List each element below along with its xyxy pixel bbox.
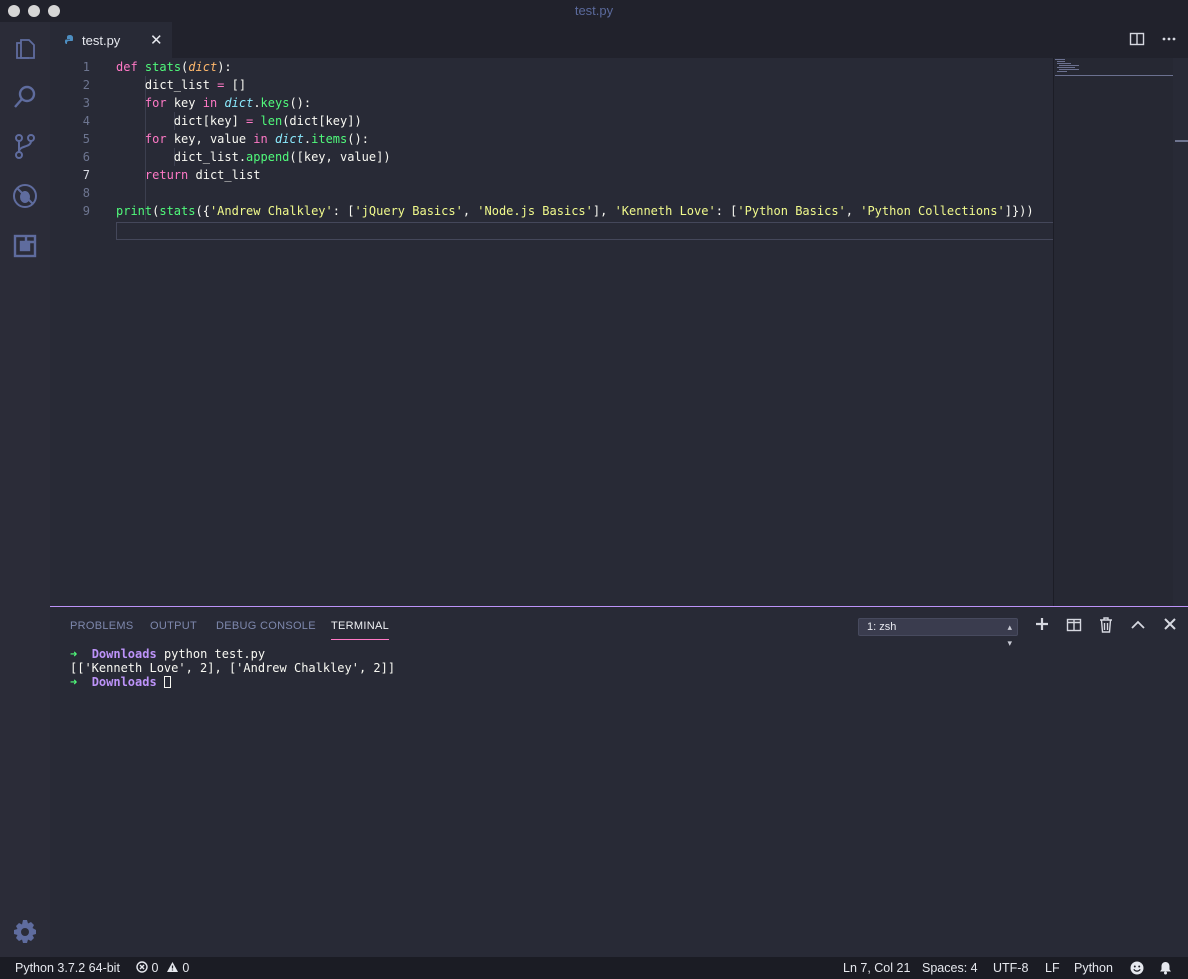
terminal-result: [['Kenneth Love', 2], ['Andrew Chalkley'… xyxy=(70,661,396,675)
zoom-window-button[interactable] xyxy=(48,5,60,17)
tab-test-py[interactable]: test.py ✕ xyxy=(50,22,172,58)
maximize-panel-icon[interactable] xyxy=(1129,617,1147,635)
more-actions-icon[interactable] xyxy=(1160,31,1178,49)
terminal-line: ➜ Downloads xyxy=(70,675,395,689)
python-interpreter[interactable]: Python 3.7.2 64-bit xyxy=(15,961,120,975)
error-icon xyxy=(136,961,148,973)
code-line: dict_list.append([key, value]) xyxy=(116,150,391,164)
code-line: print(stats({'Andrew Chalkley': ['jQuery… xyxy=(116,204,1034,218)
minimap[interactable] xyxy=(1053,58,1173,606)
tab-label: test.py xyxy=(82,33,121,48)
new-terminal-icon[interactable] xyxy=(1033,617,1051,635)
current-line-highlight xyxy=(116,222,1053,240)
terminal-select-value: 1: zsh xyxy=(867,621,897,633)
line-number: 9 xyxy=(82,204,90,218)
cursor-position[interactable]: Ln 7, Col 21 xyxy=(843,961,910,975)
close-window-button[interactable] xyxy=(8,5,20,17)
activity-bar xyxy=(0,22,50,957)
language-mode[interactable]: Python xyxy=(1074,961,1113,975)
line-number-gutter: 1 2 3 4 5 6 7 8 9 xyxy=(50,58,106,606)
line-number: 8 xyxy=(82,186,90,200)
warning-count: 0 xyxy=(182,961,190,975)
files-icon[interactable] xyxy=(12,35,38,61)
editor-tab-bar: test.py ✕ xyxy=(50,22,1188,58)
terminal-line: ➜ Downloads python test.py xyxy=(70,647,395,661)
problems-indicator[interactable]: 0 0 xyxy=(136,961,189,975)
tab-debug-console[interactable]: DEBUG CONSOLE xyxy=(216,620,316,632)
scrollbar-position-marker xyxy=(1175,140,1188,142)
terminal-line: [['Kenneth Love', 2], ['Andrew Chalkley'… xyxy=(70,661,395,675)
debug-icon[interactable] xyxy=(12,183,38,209)
prompt-directory: Downloads xyxy=(91,675,157,689)
terminal-cursor xyxy=(163,676,171,688)
code-line: dict[key] = len(dict[key]) xyxy=(116,114,362,128)
settings-gear-icon[interactable] xyxy=(12,919,38,945)
feedback-smiley-icon[interactable] xyxy=(1130,961,1144,975)
indentation[interactable]: Spaces: 4 xyxy=(922,961,978,975)
search-icon[interactable] xyxy=(12,84,38,110)
python-file-icon xyxy=(65,35,73,44)
error-count: 0 xyxy=(151,961,159,975)
code-line: return dict_list xyxy=(144,168,261,182)
prompt-directory: Downloads xyxy=(91,647,157,661)
terminal-output[interactable]: ➜ Downloads python test.py [['Kenneth Lo… xyxy=(70,647,395,689)
tab-output[interactable]: OUTPUT xyxy=(150,620,197,632)
code-line: def stats(dict): xyxy=(116,60,232,74)
warning-icon xyxy=(166,962,178,972)
bottom-panel: PROBLEMS OUTPUT DEBUG CONSOLE TERMINAL 1… xyxy=(50,606,1188,957)
status-bar: Python 3.7.2 64-bit 0 0 Ln 7, Col 21 Spa… xyxy=(0,957,1188,979)
prompt-arrow: ➜ xyxy=(70,675,78,689)
code-line: for key in dict.keys(): xyxy=(144,96,312,110)
terminal-select[interactable]: 1: zsh ▴ ▾ xyxy=(858,618,1018,648)
minimize-window-button[interactable] xyxy=(28,5,40,17)
line-number: 5 xyxy=(82,132,90,146)
extensions-icon[interactable] xyxy=(12,233,38,259)
code-line: dict_list = [] xyxy=(116,78,247,92)
code-line: for key, value in dict.items(): xyxy=(144,132,369,146)
window-title: test.py xyxy=(574,3,614,18)
file-encoding[interactable]: UTF-8 xyxy=(993,961,1028,975)
split-editor-icon[interactable] xyxy=(1128,31,1146,49)
code-editor[interactable]: 1 2 3 4 5 6 7 8 9 def stats(dict): dict_list = [… xyxy=(50,58,1188,606)
line-number: 7 xyxy=(82,168,90,182)
split-terminal-icon[interactable] xyxy=(1065,617,1083,635)
source-control-icon[interactable] xyxy=(12,133,38,159)
close-tab-icon[interactable]: ✕ xyxy=(150,31,163,49)
prompt-arrow: ➜ xyxy=(70,647,78,661)
kill-terminal-icon[interactable] xyxy=(1097,617,1115,635)
terminal-command: python test.py xyxy=(163,647,266,661)
tab-problems[interactable]: PROBLEMS xyxy=(70,620,134,632)
line-number: 4 xyxy=(82,114,90,128)
end-of-line[interactable]: LF xyxy=(1045,961,1060,975)
title-bar: test.py xyxy=(0,0,1188,22)
line-number: 3 xyxy=(82,96,90,110)
line-number: 2 xyxy=(82,78,90,92)
notifications-bell-icon[interactable] xyxy=(1159,961,1172,975)
tab-terminal[interactable]: TERMINAL xyxy=(331,620,390,640)
close-panel-icon[interactable] xyxy=(1161,617,1179,635)
select-arrows-icon: ▴ ▾ xyxy=(1007,622,1012,648)
line-number: 6 xyxy=(82,150,90,164)
line-number: 1 xyxy=(82,60,90,74)
